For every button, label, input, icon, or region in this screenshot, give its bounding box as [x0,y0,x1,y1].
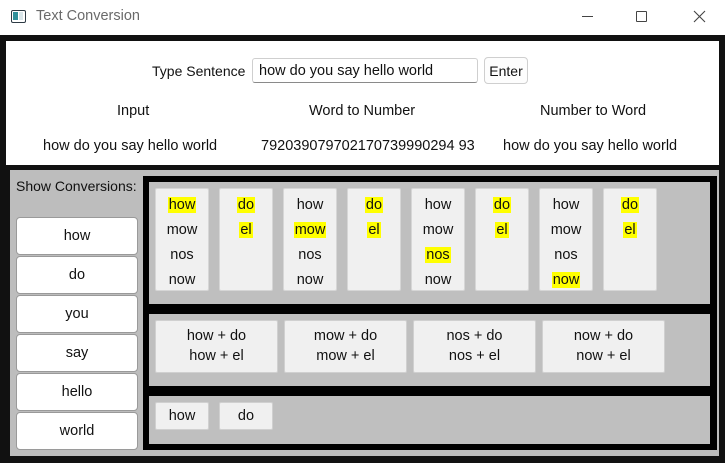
variant-word: mow [550,222,582,238]
combination-line: how + el [189,348,244,364]
variant-word: nos [298,247,322,263]
app-icon [11,10,26,23]
word-button-say[interactable]: say [16,334,138,372]
variant-word: el [623,222,637,238]
variant-word: how [296,197,324,213]
word-button-do[interactable]: do [16,256,138,294]
combination-box: how + do how + el [155,320,278,373]
maximize-button[interactable] [618,0,664,33]
variant-word: nos [425,247,451,263]
variant-card: do el [475,188,529,291]
variant-word: how [167,197,197,213]
combination-box: now + do now + el [542,320,665,373]
variant-word: now [296,272,324,288]
variant-word: do [364,197,384,213]
close-button[interactable] [676,0,722,33]
variant-card: do el [219,188,273,291]
variant-word: do [236,197,256,213]
combination-box: mow + do mow + el [284,320,407,373]
selected-word-chip: how [155,402,209,430]
number-to-word-value: how do you say hello world [503,138,678,154]
window-title: Text Conversion [36,8,140,24]
word-button-how[interactable]: how [16,217,138,255]
variant-word: now [551,272,581,288]
close-icon [693,10,705,23]
combination-line: nos + do [446,328,503,344]
sentence-input[interactable] [252,58,478,83]
variant-card: how mow nos now [539,188,593,291]
variant-word: now [424,272,452,288]
combination-line: mow + el [316,348,375,364]
variant-card: how mow nos now [155,188,209,291]
combination-line: nos + el [448,348,501,364]
variant-word: mow [422,222,454,238]
variant-word: el [367,222,381,238]
variant-word: nos [554,247,578,263]
variant-card: do el [603,188,657,291]
variant-card: do el [347,188,401,291]
word-button-hello[interactable]: hello [16,373,138,411]
word-to-number-value: 792039079702170739990294 93 [261,138,475,154]
type-sentence-label: Type Sentence [152,63,246,79]
word-to-number-header: Word to Number [309,103,416,119]
variant-card: how mow nos now [411,188,465,291]
maximize-icon [635,11,647,22]
variant-word: how [424,197,452,213]
show-conversions-label: Show Conversions: [16,178,137,194]
combination-line: how + do [186,328,247,344]
selected-word-chip: do [219,402,273,430]
combination-line: now + el [576,348,631,364]
minimize-button[interactable] [564,0,610,33]
combination-line: mow + do [313,328,378,344]
variant-word: nos [170,247,194,263]
enter-button[interactable]: Enter [484,57,528,84]
variant-card: how mow nos now [283,188,337,291]
variant-word: el [495,222,509,238]
variant-word: do [620,197,640,213]
combination-box: nos + do nos + el [413,320,536,373]
variant-word: how [552,197,580,213]
title-bar: Text Conversion [0,0,725,33]
word-button-world[interactable]: world [16,412,138,450]
variant-word: now [168,272,196,288]
combination-line: now + do [573,328,634,344]
input-value: how do you say hello world [43,138,218,154]
variant-word: el [239,222,253,238]
variant-word: do [492,197,512,213]
variant-word: mow [166,222,198,238]
number-to-word-header: Number to Word [540,103,647,119]
minimize-icon [581,16,593,17]
word-button-you[interactable]: you [16,295,138,333]
variant-word: mow [293,222,327,238]
input-header: Input [117,103,150,119]
